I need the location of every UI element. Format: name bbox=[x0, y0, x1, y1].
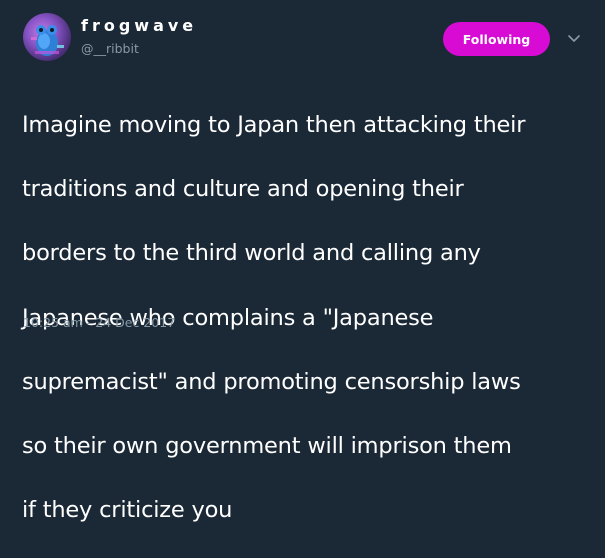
frog-avatar-icon bbox=[31, 25, 64, 56]
tweet-line: if they criticize you bbox=[22, 497, 233, 524]
tweet-line: Imagine moving to Japan then attacking t… bbox=[22, 112, 526, 139]
tweet-line: borders to the third world and calling a… bbox=[22, 240, 481, 267]
following-button[interactable]: Following bbox=[443, 22, 550, 56]
user-handle[interactable]: @__ribbit bbox=[81, 41, 139, 56]
tweet-card: frogwave @__ribbit Following Imagine mov… bbox=[0, 0, 605, 523]
tweet-line: so their own government will imprison th… bbox=[22, 433, 512, 460]
tweet-timestamp[interactable]: 10:25 am - 24 Dec 2017 bbox=[23, 315, 175, 330]
tweet-line: supremacist" and promoting censorship la… bbox=[22, 368, 521, 395]
chevron-down-icon[interactable] bbox=[565, 30, 583, 48]
avatar[interactable] bbox=[23, 13, 71, 61]
display-name[interactable]: frogwave bbox=[81, 16, 197, 35]
tweet-line: traditions and culture and opening their bbox=[22, 176, 464, 203]
